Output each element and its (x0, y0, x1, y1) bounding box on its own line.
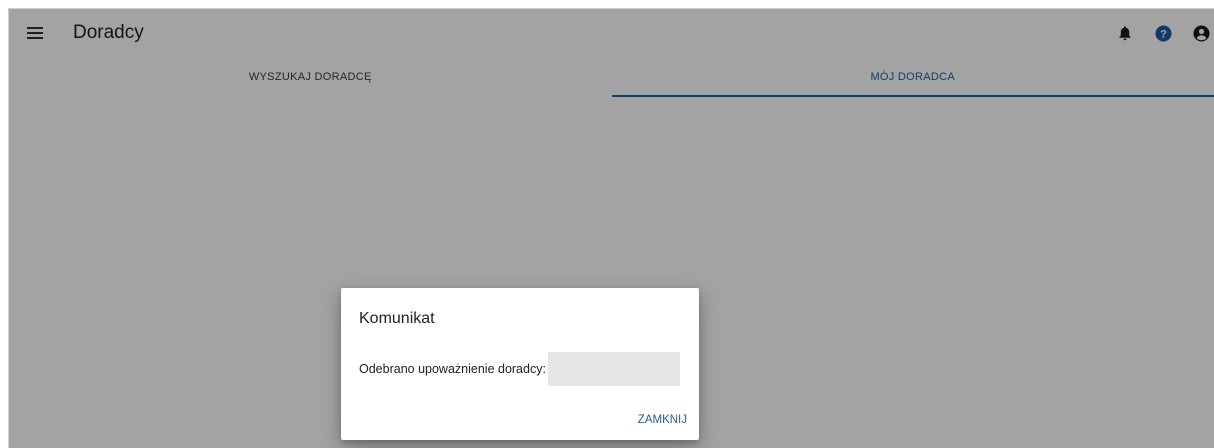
app-window: Doradcy ? WYSZUKAJ DORADCĘ MÓJ DORADCA K… (8, 8, 1214, 448)
dialog-message: Odebrano upoważnienie doradcy: (359, 352, 680, 386)
dialog-title: Komunikat (359, 310, 435, 327)
message-dialog: Komunikat Odebrano upoważnienie doradcy:… (341, 288, 699, 440)
dialog-message-label: Odebrano upoważnienie doradcy: (359, 362, 546, 376)
close-button[interactable]: ZAMKNIJ (634, 410, 691, 430)
dialog-message-value (547, 352, 680, 386)
